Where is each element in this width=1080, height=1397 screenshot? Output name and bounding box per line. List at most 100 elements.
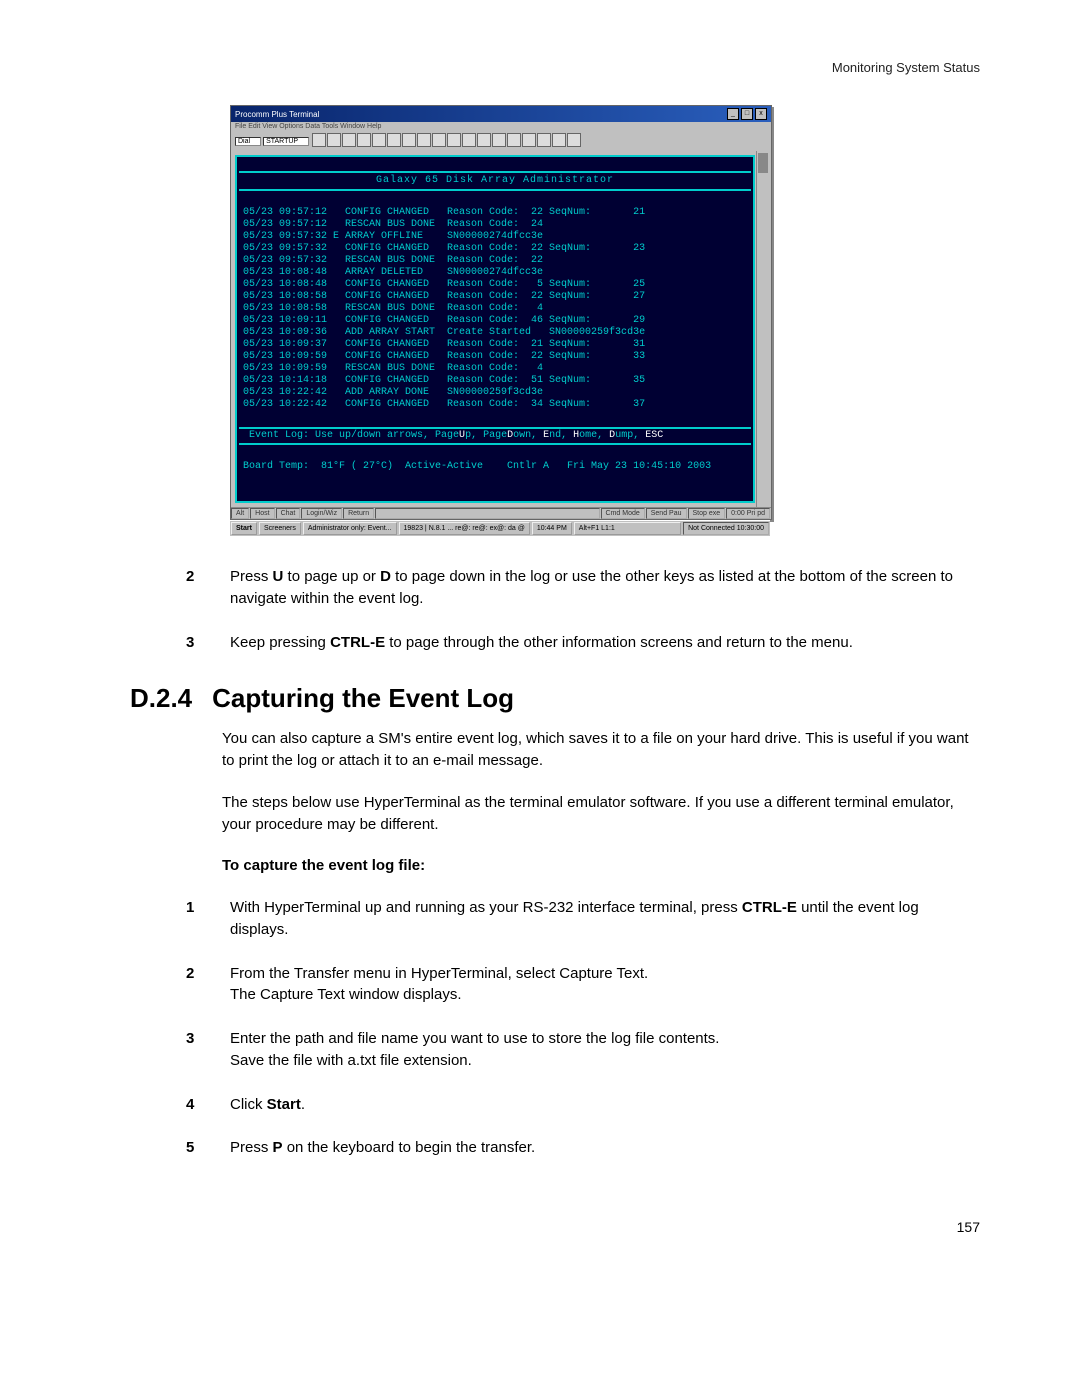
text: With HyperTerminal up and running as you…	[230, 899, 742, 916]
toolbar-icons	[311, 133, 581, 149]
maximize-icon[interactable]: □	[741, 108, 753, 120]
step-text: Press P on the keyboard to begin the tra…	[230, 1137, 980, 1159]
terminal-screen: Galaxy 65 Disk Array Administrator 05/23…	[235, 155, 755, 503]
window-controls: _ □ x	[727, 108, 767, 120]
toolbar-icon[interactable]	[417, 133, 431, 147]
dial-combo[interactable]: Dial	[235, 137, 261, 146]
step-text: Keep pressing CTRL-E to page through the…	[230, 632, 980, 654]
taskbar-button[interactable]: Administrator only: Event...	[303, 522, 397, 535]
proc-step-4: 4 Click Start.	[182, 1094, 980, 1116]
step-text: From the Transfer menu in HyperTerminal,…	[230, 963, 980, 1007]
key-ctrl-e: CTRL-E	[330, 634, 385, 651]
toolbar-icon[interactable]	[567, 133, 581, 147]
toolbar-icon[interactable]	[342, 133, 356, 147]
step-text: Click Start.	[230, 1094, 980, 1116]
page: Monitoring System Status Procomm Plus Te…	[0, 0, 1080, 1275]
toolbar-icon[interactable]	[312, 133, 326, 147]
key-u: U	[273, 568, 284, 585]
scrollbar[interactable]	[756, 151, 769, 507]
window-statusbar: Alt Host Chat Login/Wiz Return Cmd Mode …	[231, 507, 771, 519]
app-window: Procomm Plus Terminal _ □ x File Edit Vi…	[230, 105, 772, 520]
status-cell: Login/Wiz	[301, 508, 342, 519]
toolbar-icon[interactable]	[387, 133, 401, 147]
event-log-lines: 05/23 09:57:12 CONFIG CHANGED Reason Cod…	[237, 207, 753, 411]
text: .	[301, 1096, 305, 1113]
toolbar-icon[interactable]	[522, 133, 536, 147]
proc-step-5: 5 Press P on the keyboard to begin the t…	[182, 1137, 980, 1159]
step-number: 3	[182, 1028, 230, 1072]
taskbar: Start Screeners Administrator only: Even…	[230, 520, 770, 536]
text: Keep pressing	[230, 634, 330, 651]
hint-text: ome,	[579, 430, 609, 441]
section-heading: D.2.4 Capturing the Event Log	[130, 683, 980, 714]
toolbar-icon[interactable]	[447, 133, 461, 147]
section-body: You can also capture a SM's entire event…	[222, 728, 980, 877]
text: to page up or	[283, 568, 380, 585]
text: Press	[230, 1139, 273, 1156]
step-number: 2	[182, 566, 230, 610]
toolbar-icon[interactable]	[537, 133, 551, 147]
paragraph: The steps below use HyperTerminal as the…	[222, 792, 980, 836]
toolbar-icon[interactable]	[372, 133, 386, 147]
proc-step-3: 3 Enter the path and file name you want …	[182, 1028, 980, 1072]
taskbar-button[interactable]: Alt+F1 L1:1	[574, 522, 681, 535]
toolbar-icon[interactable]	[432, 133, 446, 147]
step-2: 2 Press U to page up or D to page down i…	[182, 566, 980, 610]
menu-bar[interactable]: File Edit View Options Data Tools Window…	[231, 122, 771, 131]
toolbar-icon[interactable]	[477, 133, 491, 147]
proc-step-2: 2 From the Transfer menu in HyperTermina…	[182, 963, 980, 1007]
paragraph: You can also capture a SM's entire event…	[222, 728, 980, 772]
toolbar-icon[interactable]	[492, 133, 506, 147]
status-cell: Host	[250, 508, 274, 519]
terminal-banner: Galaxy 65 Disk Array Administrator	[239, 171, 751, 191]
procedure-steps: 1 With HyperTerminal up and running as y…	[182, 897, 980, 1159]
toolbar-icon[interactable]	[552, 133, 566, 147]
status-cell: Cmd Mode	[601, 508, 645, 519]
step-text: Enter the path and file name you want to…	[230, 1028, 980, 1072]
procedure-subhead: To capture the event log file:	[222, 855, 980, 877]
taskbar-button[interactable]: 10:44 PM	[532, 522, 572, 535]
hint-text: p, Page	[465, 430, 507, 441]
close-icon[interactable]: x	[755, 108, 767, 120]
step-number: 5	[182, 1137, 230, 1159]
hint-text: nd,	[549, 430, 573, 441]
status-cell: Chat	[276, 508, 301, 519]
section-number: D.2.4	[130, 683, 192, 714]
page-number: 157	[130, 1219, 980, 1235]
key-p: P	[273, 1139, 283, 1156]
toolbar: Dial STARTUP	[231, 131, 771, 151]
system-tray[interactable]: Not Connected 10:30:00	[683, 522, 769, 535]
proc-step-1: 1 With HyperTerminal up and running as y…	[182, 897, 980, 941]
text: to page through the other information sc…	[385, 634, 853, 651]
start-button[interactable]: Start	[231, 522, 257, 535]
startup-combo[interactable]: STARTUP	[263, 137, 309, 146]
toolbar-icon[interactable]	[462, 133, 476, 147]
step-number: 4	[182, 1094, 230, 1116]
status-cell: Return	[343, 508, 374, 519]
window-titlebar: Procomm Plus Terminal _ □ x	[231, 106, 771, 122]
terminal-status: Board Temp: 81°F ( 27°C) Active-Active C…	[237, 457, 753, 475]
key-ctrl-e: CTRL-E	[742, 899, 797, 916]
step-number: 3	[182, 632, 230, 654]
status-cell: 0:00 Pri pd	[726, 508, 770, 519]
key-start: Start	[267, 1096, 301, 1113]
taskbar-button[interactable]: Screeners	[259, 522, 301, 535]
taskbar-button[interactable]: 19823 | N.8.1 ... re@: re@: ex@: da @	[399, 522, 530, 535]
hint-text: ump,	[615, 430, 645, 441]
text: on the keyboard to begin the transfer.	[283, 1139, 536, 1156]
section-title: Capturing the Event Log	[212, 683, 514, 714]
toolbar-icon[interactable]	[507, 133, 521, 147]
toolbar-icon[interactable]	[402, 133, 416, 147]
text: Press	[230, 568, 273, 585]
step-text: With HyperTerminal up and running as you…	[230, 897, 980, 941]
terminal-screenshot: Procomm Plus Terminal _ □ x File Edit Vi…	[230, 105, 980, 536]
hint-text: own,	[513, 430, 543, 441]
text: Click	[230, 1096, 267, 1113]
running-header: Monitoring System Status	[130, 60, 980, 75]
key-d: D	[380, 568, 391, 585]
toolbar-icon[interactable]	[357, 133, 371, 147]
nav-hint: Event Log: Use up/down arrows, PageUp, P…	[239, 427, 751, 445]
minimize-icon[interactable]: _	[727, 108, 739, 120]
hint-text: Event Log: Use up/down arrows, Page	[243, 430, 459, 441]
toolbar-icon[interactable]	[327, 133, 341, 147]
